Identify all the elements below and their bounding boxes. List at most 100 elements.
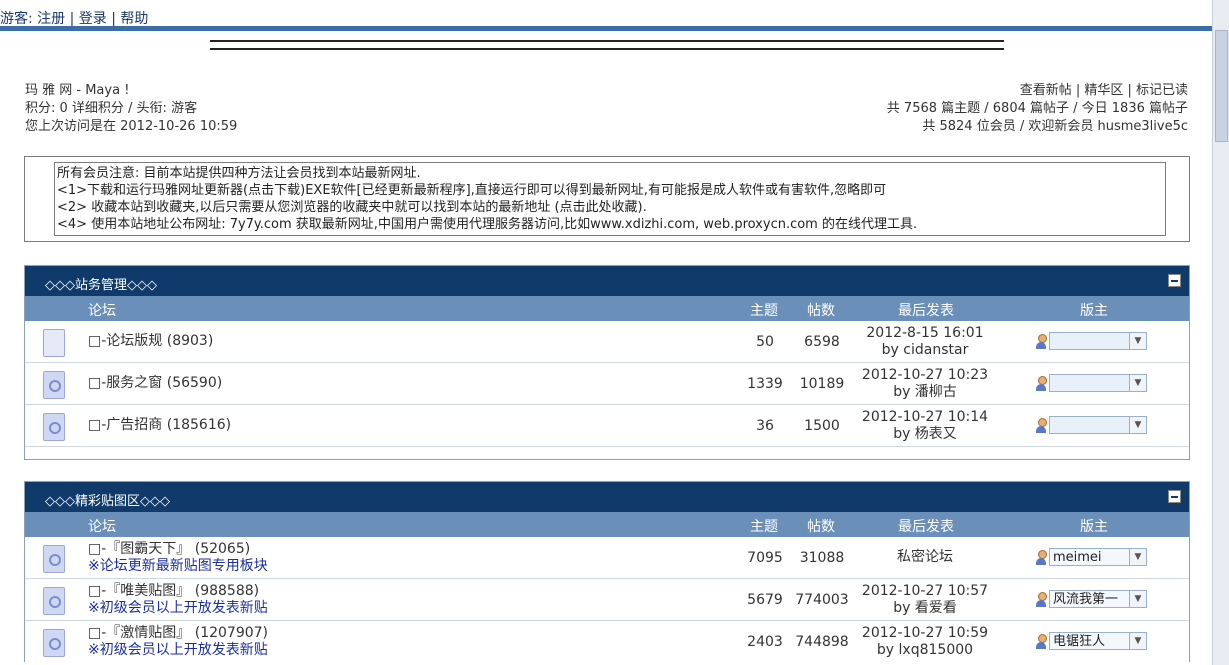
- section-pictures: ◇◇◇精彩贴图区◇◇◇ 论坛 主题 帖数 最后发表 版主 □-『图霸天下』 (5…: [24, 481, 1190, 662]
- topic-count: 1339: [747, 376, 783, 392]
- col-topics: 主题: [750, 519, 778, 535]
- last-post[interactable]: 2012-10-27 10:59 by lxq815000: [835, 625, 1015, 659]
- forum-name[interactable]: □-『激情贴图』 (1207907) ※初级会员以上开放发表新贴: [88, 625, 268, 659]
- forum-folder-new-icon: [43, 587, 65, 615]
- notice-line[interactable]: <1>下载和运行玛雅网址更新器(点击下载)EXE软件[已经更新最新程序],直接运…: [57, 182, 1165, 199]
- forum-folder-new-icon: [43, 545, 65, 573]
- section-title-bar: ◇◇◇站务管理◇◇◇: [25, 266, 1189, 296]
- user-icon: [1035, 417, 1047, 433]
- topic-count: 7095: [747, 550, 783, 566]
- chevron-down-icon[interactable]: ▼: [1129, 633, 1146, 649]
- column-header: 论坛 主题 帖数 最后发表 版主: [25, 512, 1189, 537]
- register-link[interactable]: 注册: [37, 11, 65, 27]
- forum-row: □-『图霸天下』 (52065) ※论坛更新最新贴图专用板块 7095 31088…: [25, 537, 1189, 579]
- forum-folder-new-icon: [43, 371, 65, 399]
- moderator-select-wrap: ▼: [1035, 416, 1147, 434]
- site-name: 玛 雅 网 - Maya !: [25, 83, 130, 98]
- moderator-select-wrap: 风流我第一 ▼: [1035, 590, 1147, 608]
- col-forum: 论坛: [88, 303, 116, 319]
- moderator-select-wrap: ▼: [1035, 374, 1147, 392]
- forum-folder-new-icon: [43, 629, 65, 657]
- collapse-icon[interactable]: [1168, 490, 1181, 503]
- col-last-post: 最后发表: [898, 519, 954, 535]
- forum-row: □-广告招商 (185616) 36 1500 2012-10-27 10:14…: [25, 405, 1189, 447]
- chevron-down-icon[interactable]: ▼: [1129, 375, 1146, 391]
- col-moderator: 版主: [1080, 519, 1108, 535]
- quick-links[interactable]: 查看新帖 | 精华区 | 标记已读: [887, 82, 1188, 100]
- forum-row: □-论坛版规 (8903) 50 6598 2012-8-15 16:01 by …: [25, 321, 1189, 363]
- forum-description: ※初级会员以上开放发表新贴: [88, 642, 268, 658]
- user-icon: [1035, 591, 1047, 607]
- section-site-admin: ◇◇◇站务管理◇◇◇ 论坛 主题 帖数 最后发表 版主 □-论坛版规 (8903…: [24, 265, 1190, 460]
- col-moderator: 版主: [1080, 303, 1108, 319]
- notice-content: 所有会员注意: 目前本站提供四种方法让会员找到本站最新网址. <1>下载和运行玛…: [54, 162, 1166, 236]
- last-post[interactable]: 2012-10-27 10:23 by 潘柳古: [835, 367, 1015, 401]
- forum-row: □-『激情贴图』 (1207907) ※初级会员以上开放发表新贴 2403 744…: [25, 621, 1189, 662]
- forum-folder-new-icon: [43, 413, 65, 441]
- forum-name[interactable]: □-服务之窗 (56590): [88, 375, 222, 392]
- collapse-icon[interactable]: [1168, 274, 1181, 287]
- forum-name[interactable]: □-论坛版规 (8903): [88, 333, 213, 350]
- notice-line[interactable]: <4> 使用本站地址公布网址: 7y7y.com 获取最新网址,中国用户需使用代…: [57, 216, 1165, 233]
- forum-stats: 查看新帖 | 精华区 | 标记已读 共 7568 篇主题 / 6804 篇帖子 …: [887, 82, 1188, 136]
- forum-description: ※初级会员以上开放发表新贴: [88, 600, 268, 616]
- moderator-select[interactable]: ▼: [1049, 416, 1147, 434]
- help-link[interactable]: 帮助: [120, 11, 148, 27]
- last-post[interactable]: 2012-10-27 10:57 by 看爱看: [835, 583, 1015, 617]
- col-forum: 论坛: [88, 519, 116, 535]
- section-title: ◇◇◇精彩贴图区◇◇◇: [45, 494, 170, 509]
- chevron-down-icon[interactable]: ▼: [1129, 417, 1146, 433]
- member-stats: 共 5824 位会员 / 欢迎新会员 husme3live5c: [922, 119, 1188, 134]
- notice-line: 所有会员注意: 目前本站提供四种方法让会员找到本站最新网址.: [57, 166, 421, 181]
- moderator-select[interactable]: ▼: [1049, 332, 1147, 350]
- last-post: 私密论坛: [897, 549, 953, 565]
- column-header: 论坛 主题 帖数 最后发表 版主: [25, 296, 1189, 321]
- moderator-select-wrap: 电锯狂人 ▼: [1035, 632, 1147, 650]
- moderator-select[interactable]: 电锯狂人 ▼: [1049, 632, 1147, 650]
- user-icon: [1035, 333, 1047, 349]
- topic-count: 50: [756, 334, 774, 350]
- forum-name[interactable]: □-『唯美贴图』 (988588) ※初级会员以上开放发表新贴: [88, 583, 268, 617]
- section-title-bar: ◇◇◇精彩贴图区◇◇◇: [25, 482, 1189, 512]
- user-links: 游客: 注册 | 登录 | 帮助: [0, 11, 149, 27]
- section-title: ◇◇◇站务管理◇◇◇: [45, 278, 157, 293]
- user-info: 玛 雅 网 - Maya ! 积分: 0 详细积分 / 头衔: 游客 您上次访问…: [25, 82, 237, 136]
- forum-row: □-服务之窗 (56590) 1339 10189 2012-10-27 10:…: [25, 363, 1189, 405]
- col-topics: 主题: [750, 303, 778, 319]
- forum-name[interactable]: □-广告招商 (185616): [88, 417, 231, 434]
- moderator-select[interactable]: meimei ▼: [1049, 548, 1147, 566]
- col-posts: 帖数: [807, 519, 835, 535]
- last-post[interactable]: 2012-10-27 10:14 by 杨表又: [835, 409, 1015, 443]
- user-icon: [1035, 375, 1047, 391]
- scrollbar-thumb[interactable]: [1215, 30, 1228, 142]
- top-bar: 游客: 注册 | 登录 | 帮助: [0, 0, 1213, 31]
- notice-line[interactable]: <2> 收藏本站到收藏夹,以后只需要从您浏览器的收藏夹中就可以找到本站的最新地址…: [57, 199, 1165, 216]
- col-posts: 帖数: [807, 303, 835, 319]
- moderator-select[interactable]: ▼: [1049, 374, 1147, 392]
- chevron-down-icon[interactable]: ▼: [1129, 591, 1146, 607]
- forum-folder-icon: [43, 329, 65, 357]
- notice-box: 所有会员注意: 目前本站提供四种方法让会员找到本站最新网址. <1>下载和运行玛…: [24, 156, 1190, 242]
- chevron-down-icon[interactable]: ▼: [1129, 333, 1146, 349]
- last-visit: 您上次访问是在 2012-10-26 10:59: [25, 119, 238, 134]
- moderator-select-wrap: ▼: [1035, 332, 1147, 350]
- topic-count: 2403: [747, 634, 783, 650]
- forum-row: □-『唯美贴图』 (988588) ※初级会员以上开放发表新贴 5679 7740…: [25, 579, 1189, 621]
- last-post[interactable]: 2012-8-15 16:01 by cidanstar: [835, 325, 1015, 359]
- topic-count: 5679: [747, 592, 783, 608]
- guest-label: 游客: [0, 11, 28, 27]
- moderator-select[interactable]: 风流我第一 ▼: [1049, 590, 1147, 608]
- chevron-down-icon[interactable]: ▼: [1129, 549, 1146, 565]
- top-divider: [0, 26, 1213, 31]
- forum-description: ※论坛更新最新贴图专用板块: [88, 558, 268, 574]
- header-double-line: [210, 40, 1004, 50]
- forum-name[interactable]: □-『图霸天下』 (52065) ※论坛更新最新贴图专用板块: [88, 541, 268, 575]
- post-stats: 共 7568 篇主题 / 6804 篇帖子 / 今日 1836 篇帖子: [886, 101, 1188, 116]
- moderator-select-wrap: meimei ▼: [1035, 548, 1147, 566]
- user-score: 积分: 0 详细积分 / 头衔: 游客: [25, 101, 198, 116]
- login-link[interactable]: 登录: [79, 11, 107, 27]
- topic-count: 36: [756, 418, 774, 434]
- vertical-scrollbar[interactable]: [1212, 0, 1229, 665]
- col-last-post: 最后发表: [898, 303, 954, 319]
